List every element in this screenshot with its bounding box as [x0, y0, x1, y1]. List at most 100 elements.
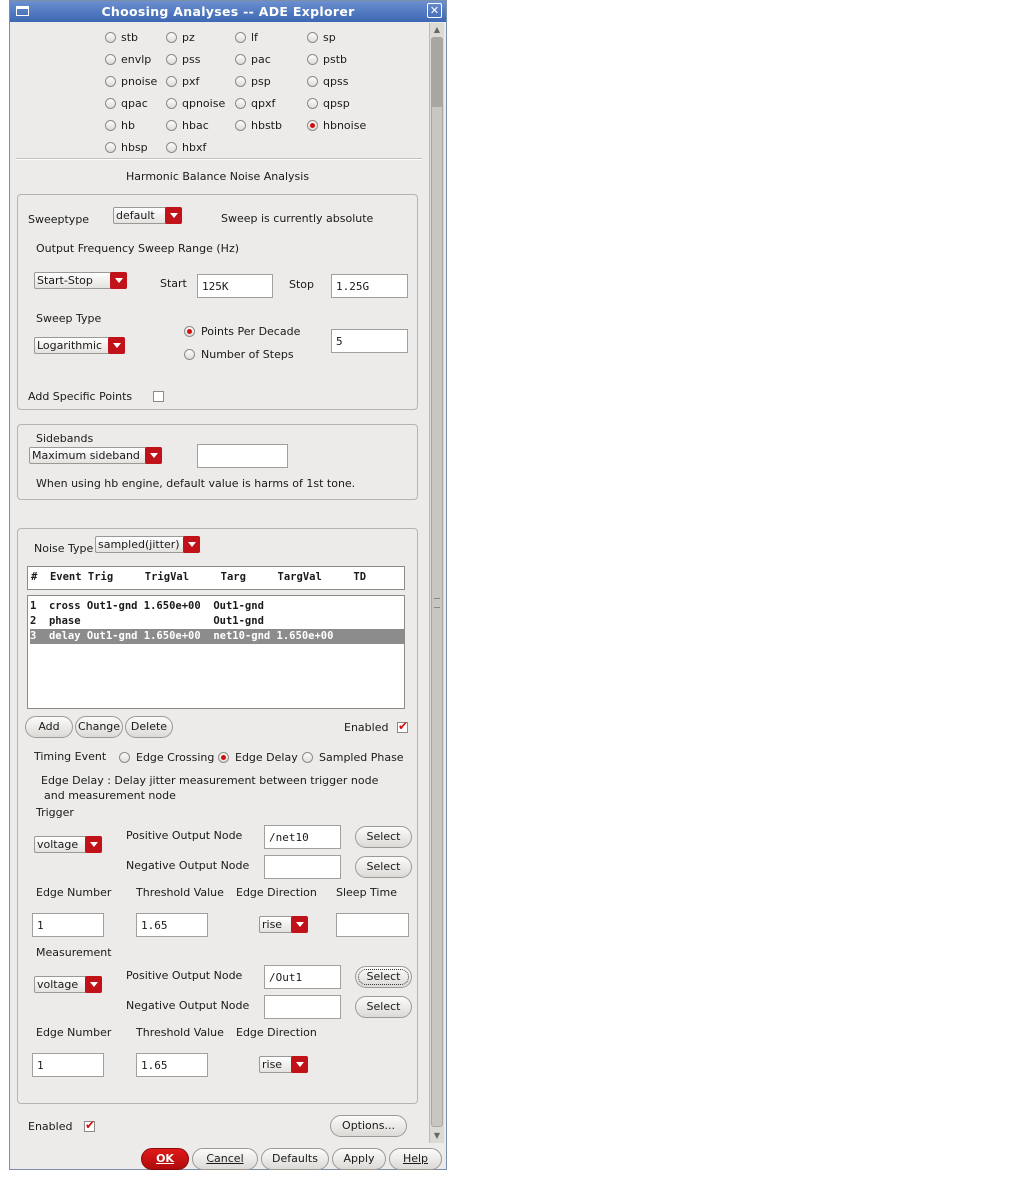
analysis-radio-lf[interactable]	[235, 32, 246, 43]
stop-field[interactable]: 1.25G	[331, 274, 408, 298]
options-button[interactable]: Options...	[330, 1115, 407, 1137]
analysis-enabled-checkbox[interactable]	[84, 1118, 95, 1132]
scroll-up-arrow-icon[interactable]: ▲	[430, 23, 444, 37]
analysis-radio-qpsp[interactable]	[307, 98, 318, 109]
points-value-field[interactable]: 5	[331, 329, 408, 353]
trigger-neg-label: Negative Output Node	[126, 859, 250, 872]
analysis-radio-pac[interactable]	[235, 54, 246, 65]
ok-button-label: OK	[156, 1152, 174, 1165]
measurement-threshold-label: Threshold Value	[136, 1026, 224, 1039]
measurement-neg-select-button[interactable]: Select	[355, 996, 412, 1018]
analysis-radio-qpac[interactable]	[105, 98, 116, 109]
measurement-kind-combo[interactable]: voltage	[34, 976, 102, 993]
trigger-neg-select-button[interactable]: Select	[355, 856, 412, 878]
analysis-label-pss: pss	[182, 53, 201, 66]
trigger-threshold-field[interactable]: 1.65	[136, 913, 208, 937]
sidebands-combo[interactable]: Maximum sideband	[29, 447, 162, 464]
analysis-radio-qpxf[interactable]	[235, 98, 246, 109]
measurement-pos-select-button[interactable]: Select	[355, 966, 412, 988]
table-row[interactable]: 2 phase Out1-gnd	[30, 614, 404, 629]
sampled-phase-label: Sampled Phase	[319, 751, 404, 764]
vertical-scrollbar[interactable]: ▲ ▼	[429, 23, 444, 1143]
help-button[interactable]: Help	[389, 1148, 442, 1170]
sweeptype-value: default	[116, 209, 155, 222]
add-specific-points-checkbox[interactable]	[153, 391, 164, 402]
scrollbar-thumb[interactable]	[431, 37, 443, 1127]
sweeptype-combo[interactable]: default	[113, 207, 182, 224]
sweep-type-combo[interactable]: Logarithmic	[34, 337, 125, 354]
measurement-kind-value: voltage	[37, 978, 79, 991]
table-header-text: # Event Trig TrigVal Targ TargVal TD	[31, 571, 367, 583]
cancel-button[interactable]: Cancel	[192, 1148, 258, 1170]
analysis-radio-pstb[interactable]	[307, 54, 318, 65]
points-per-decade-radio[interactable]	[184, 326, 195, 337]
sampled-phase-radio[interactable]	[302, 752, 313, 763]
table-row[interactable]: 3 delay Out1-gnd 1.650e+00 net10-gnd 1.6…	[30, 629, 404, 644]
analysis-radio-stb[interactable]	[105, 32, 116, 43]
edge-crossing-radio[interactable]	[119, 752, 130, 763]
trigger-kind-combo[interactable]: voltage	[34, 836, 102, 853]
analysis-radio-pz[interactable]	[166, 32, 177, 43]
noise-enabled-checkbox[interactable]	[397, 719, 408, 733]
points-per-decade-label: Points Per Decade	[201, 325, 301, 338]
analysis-radio-pnoise[interactable]	[105, 76, 116, 87]
analysis-radio-envlp[interactable]	[105, 54, 116, 65]
analysis-radio-pss[interactable]	[166, 54, 177, 65]
close-icon[interactable]: ✕	[427, 3, 442, 18]
apply-button[interactable]: Apply	[332, 1148, 386, 1170]
sidebands-value-field[interactable]	[197, 444, 288, 468]
trigger-direction-combo[interactable]: rise	[259, 916, 308, 933]
range-mode-combo[interactable]: Start-Stop	[34, 272, 127, 289]
noise-type-label: Noise Type	[34, 542, 94, 555]
analysis-radio-hb[interactable]	[105, 120, 116, 131]
change-button[interactable]: Change	[75, 716, 123, 738]
measurement-edge-number-field[interactable]: 1	[32, 1053, 104, 1077]
analysis-radio-hbac[interactable]	[166, 120, 177, 131]
timing-event-label: Timing Event	[34, 750, 107, 763]
defaults-button[interactable]: Defaults	[261, 1148, 329, 1170]
delete-button[interactable]: Delete	[125, 716, 173, 738]
start-label: Start	[160, 277, 187, 290]
analysis-label-hbnoise: hbnoise	[323, 119, 367, 132]
edge-crossing-label: Edge Crossing	[136, 751, 215, 764]
analysis-label-pac: pac	[251, 53, 271, 66]
trigger-edge-number-field[interactable]: 1	[32, 913, 104, 937]
table-row[interactable]: 1 cross Out1-gnd 1.650e+00 Out1-gnd	[30, 599, 404, 614]
analysis-label-hbstb: hbstb	[251, 119, 282, 132]
analysis-label-qpac: qpac	[121, 97, 148, 110]
analysis-radio-hbstb[interactable]	[235, 120, 246, 131]
measurement-direction-combo[interactable]: rise	[259, 1056, 308, 1073]
trigger-neg-field[interactable]	[264, 855, 341, 879]
analysis-radio-hbnoise[interactable]	[307, 120, 318, 131]
start-field[interactable]: 125K	[197, 274, 273, 298]
trigger-label: Trigger	[36, 806, 74, 819]
ok-button[interactable]: OK	[141, 1148, 189, 1170]
trigger-pos-field[interactable]: /net10	[264, 825, 341, 849]
measurement-direction-label: Edge Direction	[236, 1026, 317, 1039]
add-specific-points-label: Add Specific Points	[28, 390, 133, 403]
trigger-pos-label: Positive Output Node	[126, 829, 243, 842]
analysis-radio-qpnoise[interactable]	[166, 98, 177, 109]
analysis-label-qpss: qpss	[323, 75, 349, 88]
add-button[interactable]: Add	[25, 716, 73, 738]
edge-delay-radio[interactable]	[218, 752, 229, 763]
sweep-type-value: Logarithmic	[37, 339, 103, 352]
analysis-radio-hbsp[interactable]	[105, 142, 116, 153]
analysis-radio-sp[interactable]	[307, 32, 318, 43]
trigger-edge-number-label: Edge Number	[36, 886, 112, 899]
event-list[interactable]: 1 cross Out1-gnd 1.650e+00 Out1-gnd 2 pha…	[27, 595, 405, 709]
analysis-radio-hbxf[interactable]	[166, 142, 177, 153]
number-of-steps-radio[interactable]	[184, 349, 195, 360]
analysis-radio-qpss[interactable]	[307, 76, 318, 87]
title-bar[interactable]: Choosing Analyses -- ADE Explorer ✕	[10, 1, 446, 22]
scroll-down-arrow-icon[interactable]: ▼	[430, 1129, 444, 1143]
analysis-radio-psp[interactable]	[235, 76, 246, 87]
trigger-sleep-field[interactable]	[336, 913, 409, 937]
measurement-pos-field[interactable]: /Out1	[264, 965, 341, 989]
trigger-pos-select-button[interactable]: Select	[355, 826, 412, 848]
scrollbar-thumb-grip	[431, 37, 443, 107]
noise-type-combo[interactable]: sampled(jitter)	[95, 536, 200, 553]
measurement-neg-field[interactable]	[264, 995, 341, 1019]
measurement-threshold-field[interactable]: 1.65	[136, 1053, 208, 1077]
analysis-radio-pxf[interactable]	[166, 76, 177, 87]
